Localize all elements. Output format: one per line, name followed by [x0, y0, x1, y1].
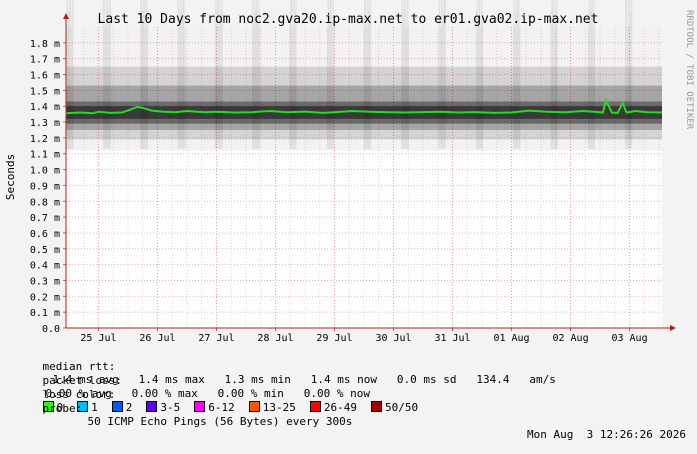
loss-color-label: 50/50 — [385, 401, 419, 414]
loss-color-item: 6-12 — [194, 401, 235, 414]
x-tick-label: 02 Aug — [552, 333, 588, 344]
y-tick-label: 1.7 m — [30, 55, 60, 66]
y-tick-label: 0.5 m — [30, 245, 60, 256]
loss-color-swatch — [371, 401, 382, 412]
y-tick-label: 1.5 m — [30, 86, 60, 97]
y-tick-label: 0.9 m — [30, 181, 60, 192]
loss-color-swatch — [309, 401, 321, 412]
chart-title: Last 10 Days from noc2.gva20.ip-max.net … — [98, 12, 599, 27]
x-tick-label: 27 Jul — [198, 333, 234, 344]
loss-color-item: 50/50 — [371, 401, 418, 414]
y-tick-label: 1.1 m — [30, 150, 60, 161]
latency-chart: Last 10 Days from noc2.gva20.ip-max.net … — [4, 0, 694, 344]
y-tick-label: 0.6 m — [30, 229, 60, 240]
loss-color-item: 13-25 — [248, 401, 296, 414]
y-tick-label: 1.2 m — [30, 134, 60, 145]
loss-color-label: 26-49 — [323, 401, 357, 414]
loss-color-item: 3-5 — [146, 401, 180, 414]
rrdtool-watermark: RRDTOOL / TOBI OETIKER — [684, 10, 694, 130]
y-tick-label: 1.4 m — [30, 102, 60, 113]
loss-color-label: 3-5 — [160, 401, 181, 414]
loss-color-label: 6-12 — [208, 401, 235, 414]
y-tick-label: 0.7 m — [30, 213, 60, 224]
probe-label: probe: — [42, 402, 83, 415]
y-tick-label: 1.8 m — [30, 39, 60, 50]
y-tick-label: 1.0 m — [30, 166, 60, 177]
loss-color-label: 2 — [125, 401, 133, 414]
loss-color-swatch — [111, 401, 123, 412]
x-tick-label: 26 Jul — [139, 333, 175, 344]
x-tick-label: 01 Aug — [493, 333, 529, 344]
x-tick-label: 28 Jul — [257, 333, 293, 344]
smokeping-graph: Last 10 Days from noc2.gva20.ip-max.net … — [0, 0, 697, 441]
x-tick-label: 31 Jul — [434, 333, 470, 344]
loss-color-item: 26-49 — [309, 401, 357, 414]
x-tick-label: 25 Jul — [80, 333, 116, 344]
loss-color-label: 1 — [91, 401, 98, 414]
y-tick-label: 0.0 — [42, 324, 60, 335]
y-tick-label: 0.2 m — [30, 292, 60, 303]
loss-color-swatch — [194, 401, 206, 412]
timestamp: Mon Aug 3 12:26:26 2026 — [527, 428, 686, 441]
x-axis-arrow — [670, 325, 676, 331]
x-tick-label: 29 Jul — [316, 333, 352, 344]
y-tick-label: 1.6 m — [30, 71, 60, 82]
loss-color-label: 13-25 — [262, 401, 296, 414]
probe-value: 50 ICMP Echo Pings (56 Bytes) every 300s — [87, 415, 353, 428]
loss-color-item: 2 — [111, 401, 133, 414]
x-tick-label: 03 Aug — [611, 333, 647, 344]
y-tick-label: 0.4 m — [30, 261, 60, 272]
y-tick-label: 0.8 m — [30, 197, 60, 208]
x-tick-label: 30 Jul — [375, 333, 411, 344]
loss-color-swatch — [146, 401, 158, 412]
loss-color-legend: 0 1 2 3-5 6-12 13-25 26-49 50/50 — [42, 401, 433, 414]
loss-color-swatch — [248, 401, 260, 412]
y-axis-label: Seconds — [4, 154, 17, 200]
y-tick-label: 0.1 m — [30, 308, 60, 319]
y-tick-label: 1.3 m — [30, 118, 60, 129]
y-tick-label: 0.3 m — [30, 276, 60, 287]
